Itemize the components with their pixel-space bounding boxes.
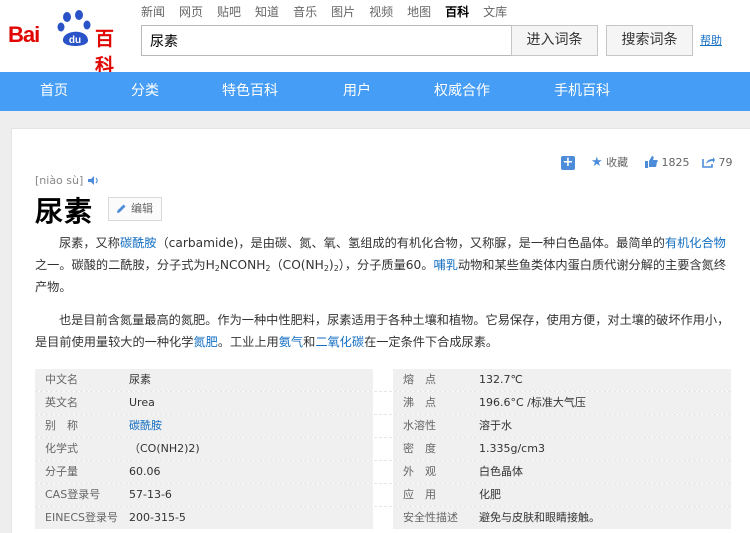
text-span: NCONH [219,258,266,272]
summary-paragraph-2: 也是目前含氮量最高的氮肥。作为一种中性肥料，尿素适用于各种土壤和植物。它易保存，… [35,309,735,353]
enter-entry-button[interactable]: 进入词条 [511,25,598,56]
entry-panel: + ★ 收藏 1825 79 [niào sù] 尿素 编辑 尿素，又称碳酰胺（… [11,128,750,533]
thumbs-up-icon [645,156,658,168]
text-span: （carbamide)，是由碳、氮、氧、氢组成的有机化合物，又称脲，是一种白色晶… [156,236,665,250]
info-key: 水溶性 [393,415,731,437]
text-span: 之一。碳酸的二酰胺，分子式为H [35,258,215,272]
main-nav-category[interactable]: 分类 [131,72,159,111]
info-key: EINECS登录号 [35,507,373,529]
info-key: 密 度 [393,438,731,460]
info-value: Urea [129,396,155,409]
nav-link-zhidao[interactable]: 知道 [255,3,279,20]
nav-link-web[interactable]: 网页 [179,3,203,20]
speaker-icon[interactable] [88,175,100,186]
link-carbamide-alias[interactable]: 碳酰胺 [129,419,162,432]
nav-link-baike[interactable]: 百科 [445,3,469,20]
link-ammonia[interactable]: 氨气 [279,335,303,349]
info-key: 分子量 [35,461,373,483]
nav-link-map[interactable]: 地图 [407,3,431,20]
edit-button[interactable]: 编辑 [108,197,162,221]
product-nav: 新闻 网页 贴吧 知道 音乐 图片 视频 地图 百科 文库 [141,3,521,19]
info-value: 200-315-5 [129,511,186,524]
info-row: 中文名 尿素 熔 点 132.7℃ [35,369,731,391]
info-value: 132.7℃ [479,373,523,386]
search-input[interactable] [142,26,511,55]
info-row: CAS登录号 57-13-6 应 用 化肥 [35,484,731,506]
nav-link-video[interactable]: 视频 [369,3,393,20]
info-value: 196.6°C /标准大气压 [479,396,586,409]
baidu-baike-logo[interactable]: Bai du 百科 [8,10,130,77]
main-nav-partners[interactable]: 权威合作 [434,72,490,111]
info-row: 英文名 Urea 沸 点 196.6°C /标准大气压 [35,392,731,414]
info-key: 应 用 [393,484,731,506]
info-key: CAS登录号 [35,484,373,506]
link-mammal[interactable]: 哺乳 [434,258,458,272]
link-carbon-dioxide[interactable]: 二氧化碳 [315,335,364,349]
logo-baike-text: 百科 [95,28,115,77]
info-key: 中文名 [35,369,373,391]
link-nitrogen-fertilizer[interactable]: 氮肥 [193,335,217,349]
info-key: 熔 点 [393,369,731,391]
text-span: 。工业上用 [217,335,279,349]
info-key: 外 观 [393,461,731,483]
nav-link-music[interactable]: 音乐 [293,3,317,20]
logo-bai-text: Bai [8,22,40,47]
share-icon [702,157,715,168]
pencil-icon [117,204,126,213]
info-key: 化学式 [35,438,373,460]
info-row: 别 称 碳酰胺 水溶性 溶于水 [35,415,731,437]
collect-label: 收藏 [606,156,629,169]
info-row: 分子量 60.06 外 观 白色晶体 [35,461,731,483]
info-row: 化学式 （CO(NH2)2) 密 度 1.335g/cm3 [35,438,731,460]
summary-paragraph-1: 尿素，又称碳酰胺（carbamide)，是由碳、氮、氧、氢组成的有机化合物，又称… [35,232,735,298]
info-value: 尿素 [129,373,151,386]
pinyin: [niào sù] [35,174,84,187]
logo-paw-text: du [69,35,81,46]
main-nav-featured[interactable]: 特色百科 [222,72,278,111]
nav-link-images[interactable]: 图片 [331,3,355,20]
link-organic-compound[interactable]: 有机化合物 [665,236,726,250]
main-nav-mobile[interactable]: 手机百科 [554,72,610,111]
text-span: ），分子质量60。 [338,258,434,272]
nav-link-news[interactable]: 新闻 [141,3,165,20]
help-link[interactable]: 帮助 [700,32,722,48]
info-value: 1.335g/cm3 [479,442,545,455]
search-box [141,25,512,56]
top-header: Bai du 百科 新闻网页贴吧知道音乐图片视频地图百科文库 进入词条 搜索词条… [0,0,750,77]
like-count: 1825 [661,156,690,169]
share-button[interactable]: 79 [702,155,733,171]
search-entry-button[interactable]: 搜索词条 [606,25,693,56]
text-span: 尿素，又称 [59,236,120,250]
nav-link-tieba[interactable]: 贴吧 [217,3,241,20]
info-value: 溶于水 [479,419,512,432]
share-count: 79 [718,156,733,169]
info-value: 白色晶体 [479,465,523,478]
like-button[interactable]: 1825 [645,155,690,171]
add-icon[interactable]: + [561,156,575,170]
main-nav-users[interactable]: 用户 [343,72,371,111]
text-span: （CO(NH [270,258,324,272]
main-nav: 首页 分类 特色百科 用户 权威合作 手机百科 [0,72,750,111]
info-value: 化肥 [479,488,501,501]
text-span: 和 [303,335,316,349]
info-value: 57-13-6 [129,488,172,501]
edit-label: 编辑 [131,202,153,215]
paw-icon: du [57,10,91,46]
star-icon: ★ [591,155,603,170]
info-value: 60.06 [129,465,161,478]
info-key: 英文名 [35,392,373,414]
nav-link-wenku[interactable]: 文库 [483,3,507,20]
info-value: 碳酰胺 [129,415,162,437]
page-title: 尿素 [35,195,94,228]
main-nav-home[interactable]: 首页 [40,72,68,111]
info-value: （CO(NH2)2) [129,442,200,455]
info-value: 避免与皮肤和眼睛接触。 [479,511,600,524]
link-carbamide[interactable]: 碳酰胺 [120,236,157,250]
info-key: 别 称 [35,415,373,437]
text-span: 在一定条件下合成尿素。 [364,335,499,349]
collect-button[interactable]: ★ 收藏 [591,155,628,171]
info-row: EINECS登录号 200-315-5 安全性描述 避免与皮肤和眼睛接触。 [35,507,731,529]
